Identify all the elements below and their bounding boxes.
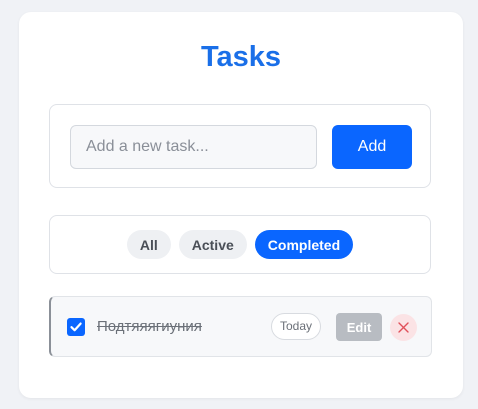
new-task-input[interactable] — [70, 125, 317, 169]
filter-active-button[interactable]: Active — [178, 230, 247, 259]
task-date-badge: Today — [271, 313, 322, 340]
filter-group: All Active Completed — [50, 230, 430, 259]
filter-panel: All Active Completed — [49, 215, 431, 274]
page-title: Tasks — [200, 41, 282, 73]
close-icon — [398, 322, 409, 333]
task-item: Подтяяягиуния Today Edit — [49, 296, 432, 357]
edit-button[interactable]: Edit — [336, 313, 382, 341]
filter-completed-button[interactable]: Completed — [254, 230, 354, 259]
filter-all-button[interactable]: All — [126, 230, 171, 259]
task-checkbox[interactable] — [67, 318, 85, 336]
add-button[interactable]: Add — [332, 125, 412, 169]
todo-card: Tasks Add All Active Completed Подтяяяги… — [19, 12, 463, 398]
checkmark-icon — [70, 322, 82, 332]
delete-button[interactable] — [390, 314, 417, 341]
add-task-panel: Add — [49, 104, 431, 188]
task-text: Подтяяягиуния — [97, 318, 202, 335]
